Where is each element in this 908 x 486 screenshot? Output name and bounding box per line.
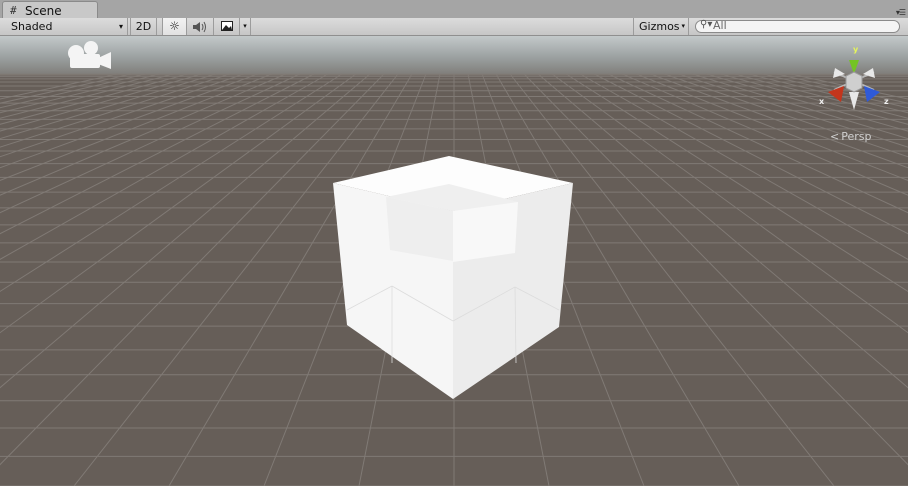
scene-toolbar: Shaded ▾ 2D ☼ ▾ Gizmos ▾ ⚲▾ All [0, 18, 908, 36]
grid-icon: # [10, 4, 17, 17]
tab-strip: # Scene ▾☰ [0, 0, 908, 19]
scene-canvas[interactable] [0, 36, 908, 486]
sky-background [0, 36, 908, 76]
search-icon[interactable]: ⚲▾ [700, 19, 712, 30]
scene-lighting-toggle[interactable]: ☼ [162, 18, 187, 35]
dropdown-arrow-icon: ▾ [681, 22, 685, 30]
gizmos-label: Gizmos [639, 20, 680, 33]
pane-menu-icon[interactable]: ▾☰ [896, 8, 906, 17]
gizmos-dropdown[interactable]: Gizmos ▾ [633, 18, 689, 35]
sun-icon: ☼ [169, 19, 180, 33]
gizmo-label-x: x [819, 97, 825, 106]
tab-scene[interactable]: # Scene [2, 1, 98, 18]
gizmo-center-cube[interactable] [845, 71, 863, 93]
2d-mode-button[interactable]: 2D [130, 18, 157, 35]
scene-camera-icon[interactable] [67, 40, 113, 72]
gizmo-label-z: z [884, 97, 889, 106]
projection-symbol: < [830, 130, 840, 143]
gizmo-label-y: y [853, 45, 859, 54]
shading-mode-dropdown[interactable]: Shaded ▾ [0, 18, 128, 35]
scene-audio-toggle[interactable] [187, 18, 214, 35]
gizmo-cone-neg-y[interactable] [849, 92, 859, 110]
search-value: All [713, 19, 727, 32]
hierarchy-search-field[interactable]: ⚲▾ All [695, 19, 900, 33]
dropdown-arrow-icon: ▾ [243, 22, 247, 30]
shading-mode-label: Shaded [11, 20, 53, 33]
speaker-icon [193, 21, 206, 33]
projection-label: Persp [841, 130, 872, 143]
2d-mode-label: 2D [135, 20, 152, 33]
orientation-gizmo[interactable]: y x z [818, 44, 890, 116]
scene-window: # Scene ▾☰ Shaded ▾ 2D ☼ ▾ Gizmos ▾ ⚲▾ A… [0, 0, 908, 486]
tab-label: Scene [25, 4, 62, 18]
cube-right-shade [453, 202, 518, 262]
dropdown-arrow-icon: ▾ [118, 22, 123, 31]
scene-effects-dropdown[interactable]: ▾ [240, 18, 251, 35]
scene-viewport[interactable]: y x z < Persp [0, 36, 908, 486]
projection-toggle[interactable]: < Persp [830, 130, 871, 143]
scene-effects-button[interactable] [214, 18, 240, 35]
image-icon [220, 21, 233, 31]
